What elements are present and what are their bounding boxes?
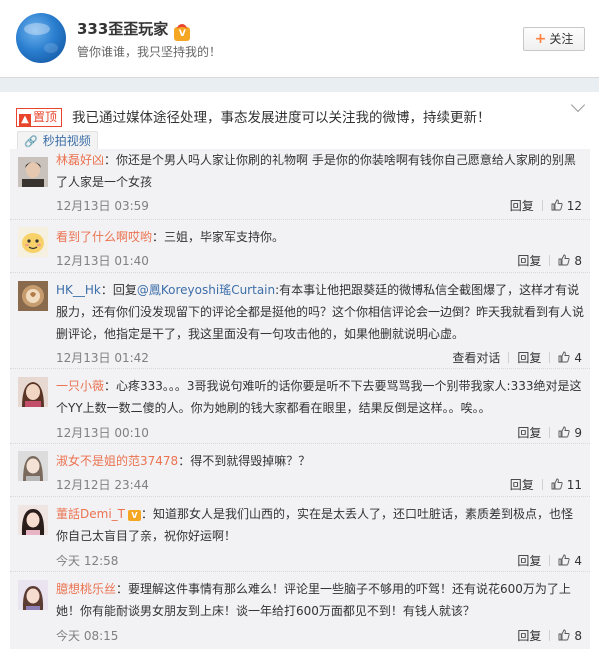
comment-username[interactable]: 董話Demi_T (56, 507, 125, 521)
like-count: 4 (574, 554, 582, 568)
comment-body: ：要理解这件事情有那么难么！评论里一些脑子不够用的吓驾！还有说花600万为了上她… (56, 582, 571, 618)
pin-label: 置顶 (33, 110, 58, 124)
thumbs-up-icon (558, 254, 570, 266)
profile-name-row[interactable]: 333歪歪玩家 V (77, 18, 191, 41)
comment-text: 一只小薇：心疼333。。。3哥我说句难听的话你要是听不下去要骂骂我一个别带我家人… (56, 375, 584, 419)
comment-item: 看到了什么啊哎哟：三姐，毕家军支持你。 12月13日 01:40 回复 8 (10, 220, 590, 273)
comment-time: 12月13日 01:42 (56, 351, 149, 365)
like-count: 9 (574, 426, 582, 440)
like-button[interactable]: 12 (551, 199, 582, 213)
like-button[interactable]: 11 (551, 478, 582, 492)
reply-button[interactable]: 回复 (510, 199, 534, 213)
comment-item: 淑女不是姐的范37478：得不到就得毁掉嘛？？ 12月12日 23:44 回复 1… (10, 444, 590, 497)
like-count: 8 (574, 254, 582, 268)
comment-text: 臆想桃乐丝：要理解这件事情有那么难么！评论里一些脑子不够用的吓驾！还有说花600… (56, 578, 584, 622)
comment-text: 淑女不是姐的范37478：得不到就得毁掉嘛？？ (56, 450, 584, 472)
plus-icon: + (534, 31, 547, 47)
comment-time: 12月13日 00:10 (56, 426, 149, 440)
commenter-avatar[interactable] (18, 227, 48, 257)
comment-text: 看到了什么啊哎哟：三姐，毕家军支持你。 (56, 226, 584, 248)
comment-time: 12月13日 03:59 (56, 199, 149, 213)
comment-actions: 查看对话 回复 4 (452, 349, 582, 366)
like-button[interactable]: 8 (558, 254, 582, 268)
pin-badge: ▲ 置顶 (16, 108, 63, 127)
comment-time: 今天 12:58 (56, 554, 119, 568)
profile-avatar-icon[interactable] (16, 13, 66, 63)
post-card: ▲ 置顶 我已通过媒体途径处理，事态发展进度可以关注我的微博，持续更新！ 🔗 秒拍视频… (0, 92, 599, 649)
commenter-avatar[interactable] (18, 281, 48, 311)
comment-mention[interactable]: @鳳Koreyoshi瑤Curtain (137, 283, 275, 297)
comment-item: 董話Demi_T V ：知道那女人是我们山西的，实在是太丢人了，还口吐脏话，素质差到… (10, 497, 590, 572)
comment-body: ：心疼333。。。3哥我说句难听的话你要是听不下去要骂骂我一个别带我家人:333… (56, 379, 582, 415)
video-label: 秒拍视频 (42, 134, 91, 148)
post-text: 我已通过媒体途径处理，事态发展进度可以关注我的微博，持续更新！ (72, 110, 491, 126)
comment-body: ：你还是个男人吗人家让你刷的礼物啊 手是你的你装啥啊有钱你自己愿意给人家刷的别黑… (56, 153, 576, 189)
profile-bio: 管你谁谁，我只坚持我的！ (77, 45, 222, 59)
comment-username[interactable]: 林磊好凶 (56, 153, 104, 167)
comment-actions: 回复 4 (517, 552, 582, 569)
comment-list: 林磊好凶：你还是个男人吗人家让你刷的礼物啊 手是你的你装啥啊有钱你自己愿意给人家… (10, 149, 590, 649)
comment-text: HK__Hk：回复@鳳Koreyoshi瑤Curtain:有本事让他把跟葵廷的微… (56, 279, 584, 345)
thumbs-up-icon (558, 426, 570, 438)
profile-card: 333歪歪玩家 V 管你谁谁，我只坚持我的！ + 关注 (0, 0, 599, 78)
reply-button[interactable]: 回复 (517, 554, 541, 568)
thumbs-up-icon (558, 554, 570, 566)
comment-item: 臆想桃乐丝：要理解这件事情有那么难么！评论里一些脑子不够用的吓驾！还有说花600… (10, 572, 590, 649)
thumbs-up-icon (551, 199, 563, 211)
comment-item: HK__Hk：回复@鳳Koreyoshi瑤Curtain:有本事让他把跟葵廷的微… (10, 273, 590, 369)
vip-badge-icon: V (174, 24, 191, 41)
comment-username[interactable]: 臆想桃乐丝 (56, 582, 116, 596)
reply-button[interactable]: 回复 (517, 629, 541, 643)
comment-time: 今天 08:15 (56, 629, 119, 643)
comment-item: 一只小薇：心疼333。。。3哥我说句难听的话你要是听不下去要骂骂我一个别带我家人… (10, 369, 590, 444)
thumbs-up-icon (551, 478, 563, 490)
reply-button[interactable]: 回复 (517, 426, 541, 440)
comment-time: 12月12日 23:44 (56, 478, 149, 492)
comment-username[interactable]: 淑女不是姐的范37478 (56, 454, 178, 468)
view-conversation-button[interactable]: 查看对话 (452, 351, 500, 365)
thumbs-up-icon (558, 351, 570, 363)
thumbs-up-icon (558, 629, 570, 641)
like-count: 4 (574, 351, 582, 365)
like-button[interactable]: 8 (558, 629, 582, 643)
commenter-avatar[interactable] (18, 505, 48, 535)
follow-label: 关注 (549, 32, 574, 46)
commenter-avatar[interactable] (18, 451, 48, 481)
comment-actions: 回复 8 (517, 627, 582, 644)
like-count: 12 (566, 199, 582, 213)
comment-text: 林磊好凶：你还是个男人吗人家让你刷的礼物啊 手是你的你装啥啊有钱你自己愿意给人家… (56, 149, 584, 193)
commenter-avatar[interactable] (18, 580, 48, 610)
like-button[interactable]: 4 (558, 351, 582, 365)
pin-icon: ▲ (19, 114, 31, 126)
like-button[interactable]: 9 (558, 426, 582, 440)
comment-text: 董話Demi_T V ：知道那女人是我们山西的，实在是太丢人了，还口吐脏话，素质差到… (56, 503, 584, 547)
vip-badge-icon: V (127, 510, 141, 521)
comment-body: ：三姐，毕家军支持你。 (152, 230, 285, 244)
comment-time: 12月13日 01:40 (56, 254, 149, 268)
comment-body: ：得不到就得毁掉嘛？？ (178, 454, 311, 468)
reply-button[interactable]: 回复 (510, 478, 534, 492)
chevron-down-icon[interactable] (570, 97, 586, 113)
post-content: ▲ 置顶 我已通过媒体途径处理，事态发展进度可以关注我的微博，持续更新！ (16, 106, 491, 127)
reply-button[interactable]: 回复 (517, 254, 541, 268)
profile-name[interactable]: 333歪歪玩家 (77, 20, 168, 38)
like-count: 8 (574, 629, 582, 643)
comment-actions: 回复 11 (510, 476, 582, 493)
comment-actions: 回复 8 (517, 252, 582, 269)
comment-body-pre: ：回复 (100, 283, 137, 297)
like-button[interactable]: 4 (558, 554, 582, 568)
reply-button[interactable]: 回复 (517, 351, 541, 365)
comment-username[interactable]: HK__Hk (56, 283, 101, 297)
commenter-avatar[interactable] (18, 377, 48, 407)
comment-username[interactable]: 看到了什么啊哎哟 (56, 230, 152, 244)
commenter-avatar[interactable] (18, 157, 48, 187)
comment-username[interactable]: 一只小薇 (56, 379, 104, 393)
like-count: 11 (566, 478, 582, 492)
comment-actions: 回复 9 (517, 424, 582, 441)
comment-actions: 回复 12 (510, 197, 582, 214)
follow-button[interactable]: + 关注 (523, 27, 585, 51)
comment-item: 林磊好凶：你还是个男人吗人家让你刷的礼物啊 手是你的你装啥啊有钱你自己愿意给人家… (10, 149, 590, 220)
